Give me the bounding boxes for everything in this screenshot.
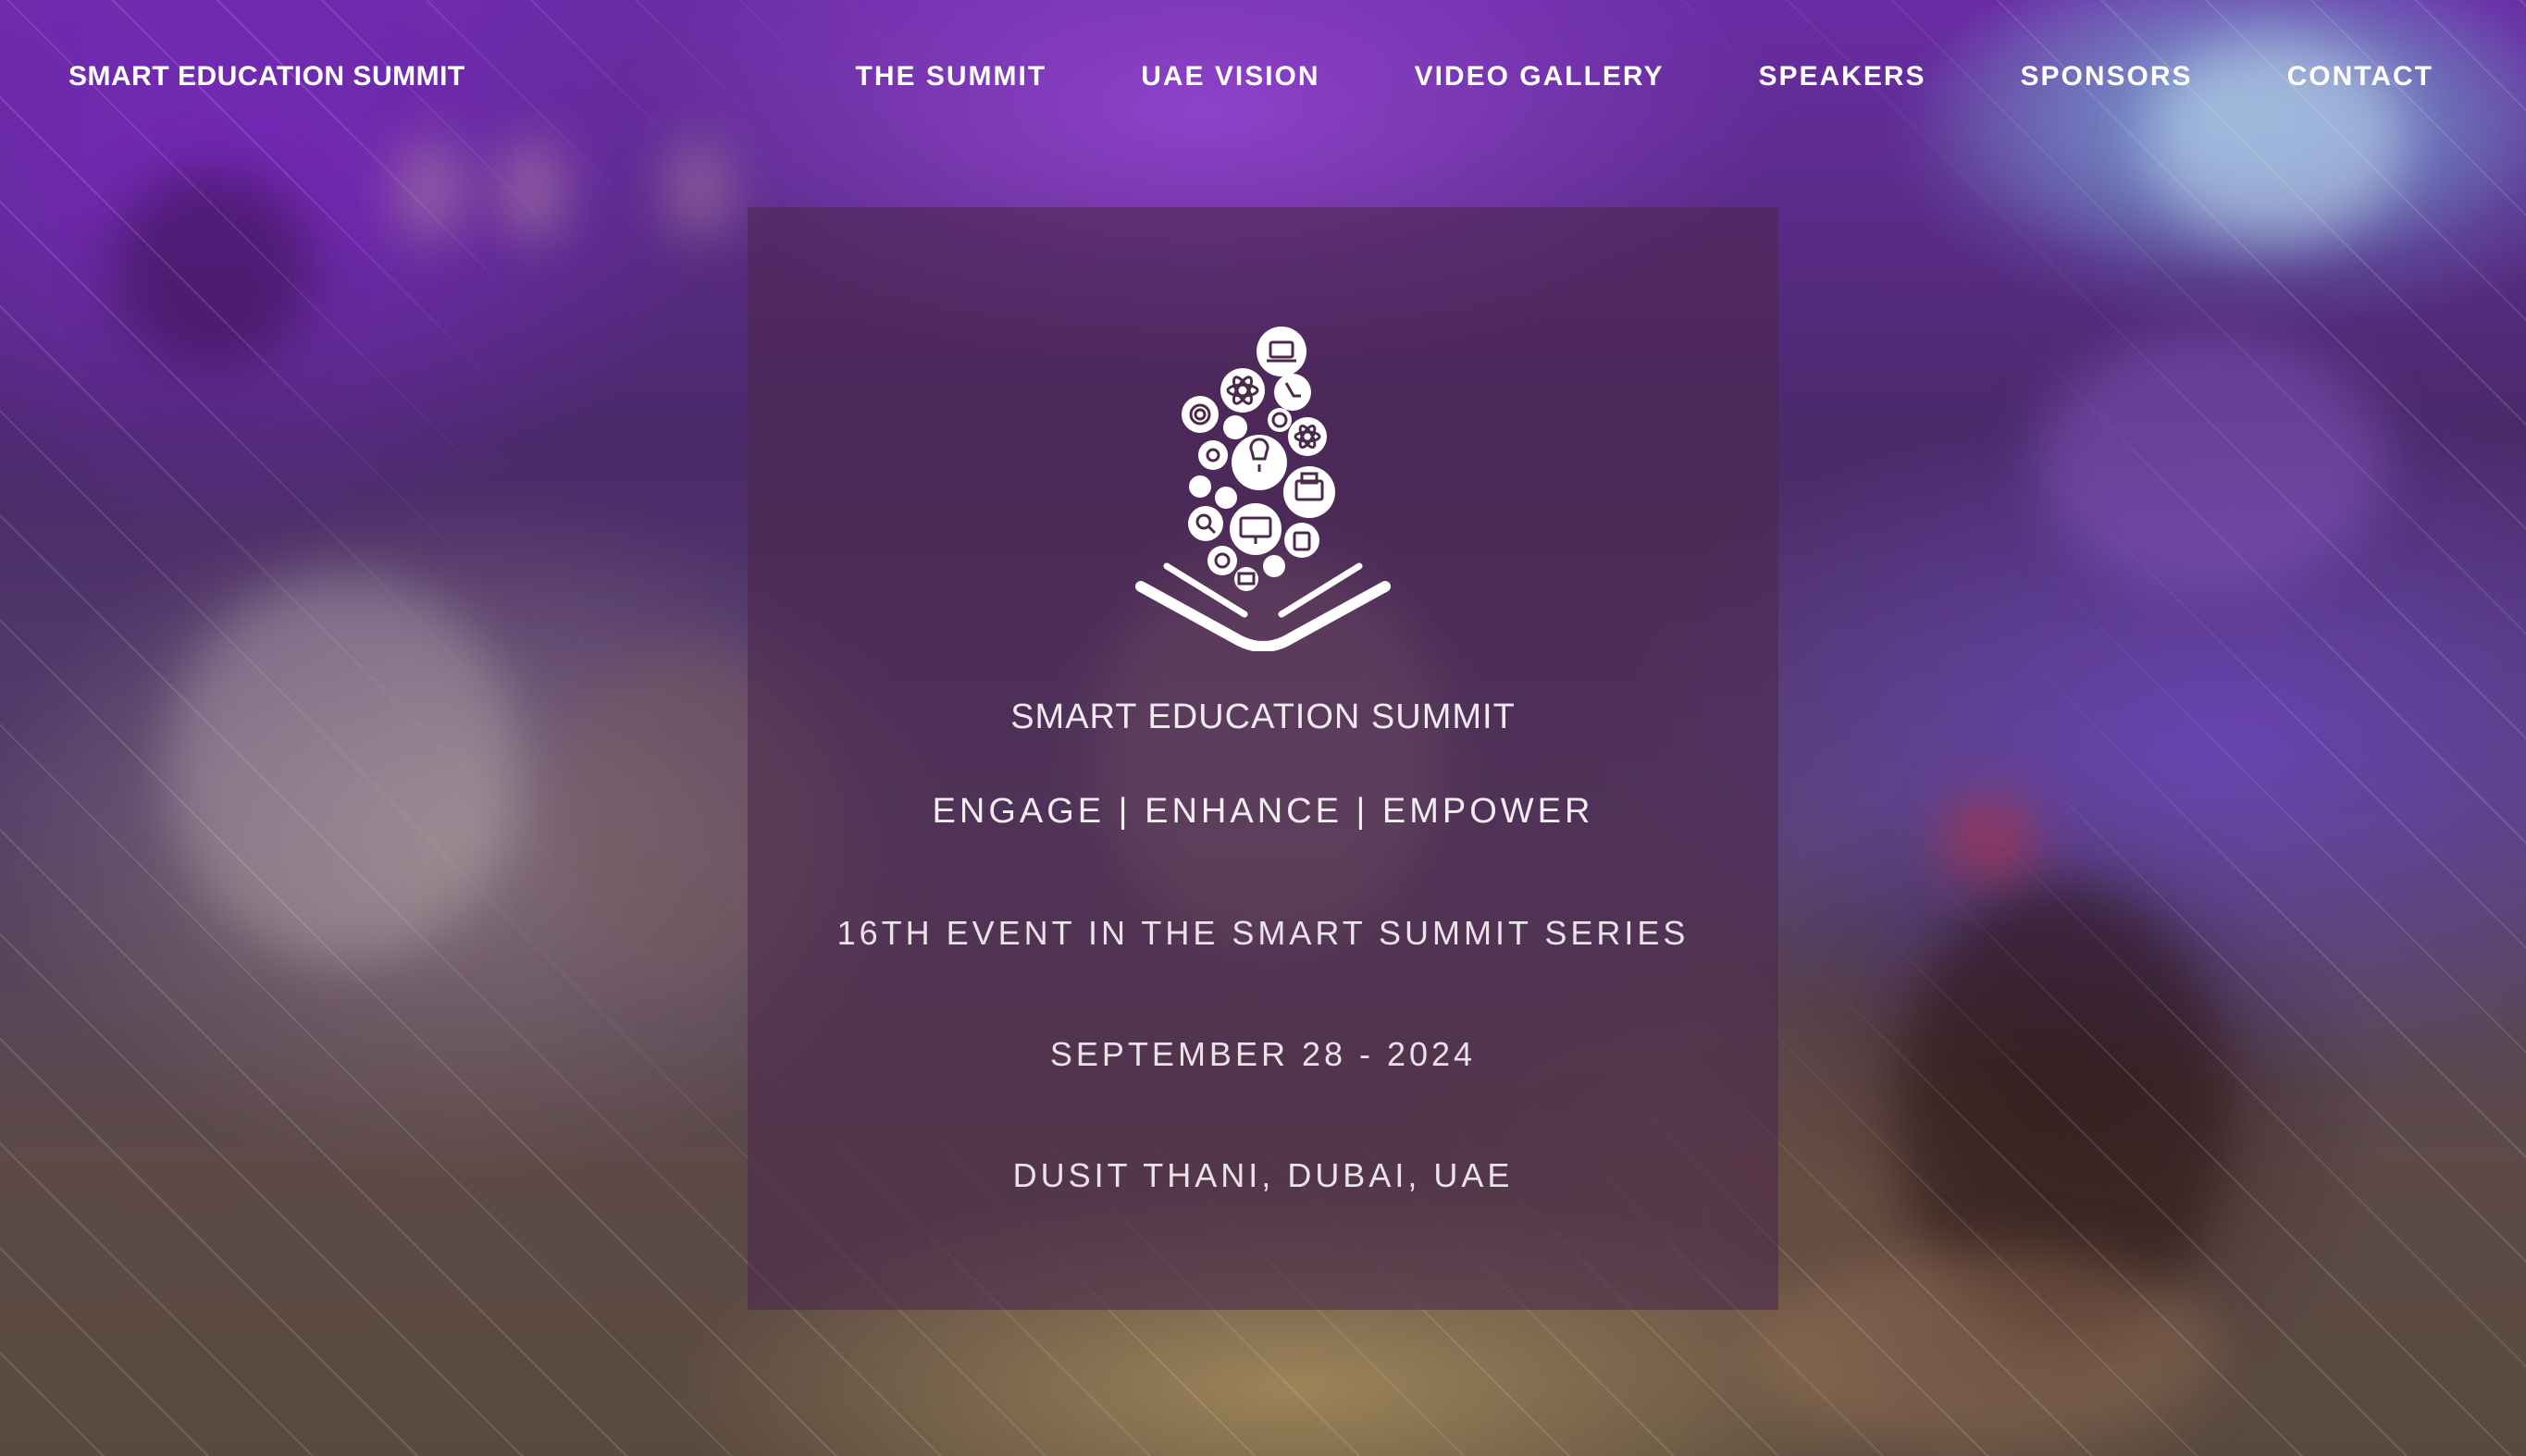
nav-item-contact[interactable]: CONTACT — [2287, 61, 2433, 93]
nav-item-the-summit[interactable]: THE SUMMIT — [856, 61, 1047, 93]
event-venue: DUSIT THANI, DUBAI, UAE — [1012, 1156, 1514, 1194]
nav-item-speakers[interactable]: SPEAKERS — [1758, 61, 1925, 93]
brand-link[interactable]: SMART EDUCATION SUMMIT — [68, 61, 465, 93]
event-series: 16TH EVENT IN THE SMART SUMMIT SERIES — [836, 914, 1690, 952]
nav-item-sponsors[interactable]: SPONSORS — [2021, 61, 2193, 93]
book-with-education-icons-logo — [1135, 327, 1391, 651]
main-menu: THE SUMMIT UAE VISION VIDEO GALLERY SPEA… — [856, 61, 2433, 93]
hero-title: SMART EDUCATION SUMMIT — [1010, 697, 1516, 736]
nav-item-uae-vision[interactable]: UAE VISION — [1141, 61, 1319, 93]
hero-card: SMART EDUCATION SUMMIT ENGAGE | ENHANCE … — [748, 207, 1778, 1310]
event-date: SEPTEMBER 28 - 2024 — [1049, 1035, 1477, 1073]
nav-item-video-gallery[interactable]: VIDEO GALLERY — [1415, 61, 1665, 93]
top-navigation: SMART EDUCATION SUMMIT THE SUMMIT UAE VI… — [0, 0, 2526, 159]
hero-tagline: ENGAGE | ENHANCE | EMPOWER — [932, 792, 1594, 831]
page: SMART EDUCATION SUMMIT THE SUMMIT UAE VI… — [0, 0, 2526, 1456]
